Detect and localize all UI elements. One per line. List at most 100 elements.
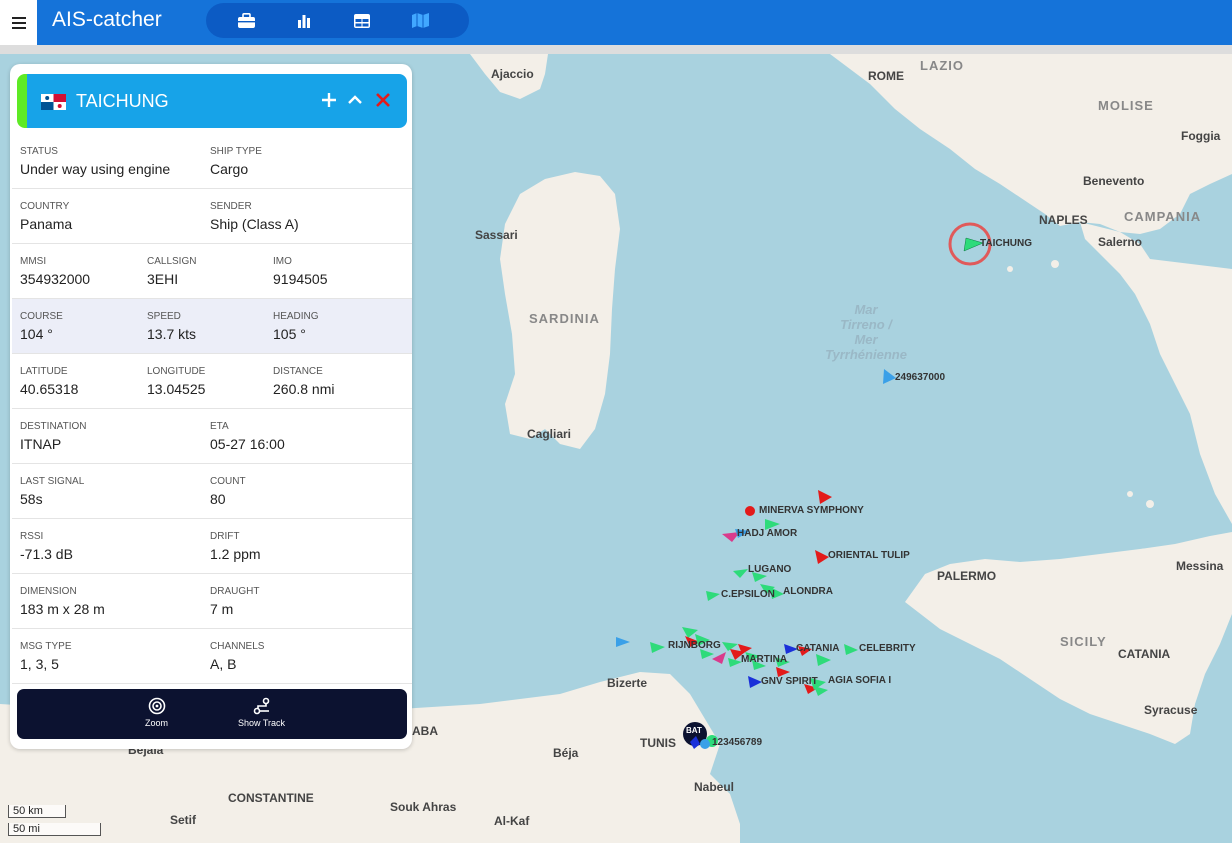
ship-label-agia-sofia[interactable]: AGIA SOFIA I — [828, 675, 891, 686]
place-ajaccio: Ajaccio — [491, 67, 534, 81]
label-eta: ETA — [210, 421, 229, 432]
zoom-label: Zoom — [145, 718, 169, 728]
ship-label-123456789[interactable]: 123456789 — [712, 737, 762, 748]
ship-actions-bar: Zoom Show Track — [17, 689, 407, 739]
label-mmsi: MMSI — [20, 256, 47, 267]
tab-list-table-icon[interactable] — [352, 11, 372, 31]
label-longitude: LONGITUDE — [147, 366, 206, 377]
row-mmsi: MMSI 354932000 CALLSIGN 3EHI IMO 9194505 — [12, 244, 412, 299]
label-channels: CHANNELS — [210, 641, 265, 652]
label-speed: SPEED — [147, 311, 181, 322]
label-heading: HEADING — [273, 311, 319, 322]
label-msg-type: MSG TYPE — [20, 641, 72, 652]
place-al-kaf: Al-Kaf — [494, 814, 530, 828]
ship-detail-panel: TAICHUNG STATUS Under way using engine SH… — [10, 64, 412, 749]
view-tabs — [206, 3, 469, 38]
value-last-signal: 58s — [20, 491, 43, 507]
value-imo: 9194505 — [273, 271, 328, 287]
field-course: COURSE 104 ° — [20, 311, 63, 342]
ship-label-martina[interactable]: MARTINA — [741, 654, 787, 665]
tab-stats-bar-chart-icon[interactable] — [294, 11, 314, 31]
value-status: Under way using engine — [20, 161, 171, 177]
row-course: COURSE 104 ° SPEED 13.7 kts HEADING 105 ° — [12, 299, 412, 354]
row-latitude: LATITUDE 40.65318 LONGITUDE 13.04525 DISTA… — [12, 354, 412, 409]
scale-km: 50 km — [8, 805, 66, 818]
label-sender: SENDER — [210, 201, 252, 212]
value-channels: A, B — [210, 656, 237, 672]
ship-label-taichung[interactable]: TAICHUNG — [980, 238, 1032, 249]
row-rssi: RSSI -71.3 dB DRIFT 1.2 ppm — [12, 519, 412, 574]
show-track-button[interactable]: Show Track — [238, 697, 285, 728]
place-lazio: LAZIO — [920, 58, 964, 73]
row-status: STATUS Under way using engine SHIP TYPE Ca… — [12, 134, 412, 189]
menu-button[interactable] — [0, 0, 37, 45]
label-latitude: LATITUDE — [20, 366, 68, 377]
value-latitude: 40.65318 — [20, 381, 79, 397]
value-course: 104 ° — [20, 326, 53, 342]
place-setif: Setif — [170, 813, 197, 827]
label-rssi: RSSI — [20, 531, 44, 542]
field-last-signal: LAST SIGNAL 58s — [20, 476, 84, 507]
field-dimension: DIMENSION 183 m x 28 m — [20, 586, 105, 617]
ship-label-gnv-spirit[interactable]: GNV SPIRIT — [761, 676, 818, 687]
field-country: COUNTRY Panama — [20, 201, 72, 232]
close-icon — [376, 93, 390, 107]
row-dimension: DIMENSION 183 m x 28 m DRAUGHT 7 m — [12, 574, 412, 629]
ship-label-hadj-amor[interactable]: HADJ AMOR — [737, 528, 797, 539]
ship-label-minerva[interactable]: MINERVA SYMPHONY — [759, 505, 864, 516]
row-country: COUNTRY Panama SENDER Ship (Class A) — [12, 189, 412, 244]
sea-line-2: Tirreno / — [840, 317, 892, 332]
place-palermo: PALERMO — [937, 569, 997, 583]
value-draught: 7 m — [210, 601, 234, 617]
separator — [0, 45, 1232, 54]
tab-map-icon[interactable] — [410, 11, 430, 31]
ship-label-alondra[interactable]: ALONDRA — [783, 586, 833, 597]
place-rome: ROME — [868, 69, 904, 83]
ship-label-249637000[interactable]: 249637000 — [895, 372, 945, 383]
place-syracuse: Syracuse — [1144, 703, 1198, 717]
tab-ships-briefcase-icon[interactable] — [236, 11, 256, 31]
value-count: 80 — [210, 491, 226, 507]
sea-name: Mar Tirreno / Mer Tyrrhénienne — [812, 302, 920, 362]
row-msg-type: MSG TYPE 1, 3, 5 CHANNELS A, B — [12, 629, 412, 684]
ship-label-c-epsilon[interactable]: C.EPSILON — [721, 589, 775, 600]
field-distance: DISTANCE 260.8 nmi — [273, 366, 334, 397]
place-messina: Messina — [1176, 559, 1224, 573]
collapse-button[interactable] — [343, 88, 367, 112]
field-destination: DESTINATION ITNAP — [20, 421, 86, 452]
pin-plus-button[interactable] — [317, 88, 341, 112]
value-distance: 260.8 nmi — [273, 381, 335, 397]
field-heading: HEADING 105 ° — [273, 311, 319, 342]
place-campania: CAMPANIA — [1124, 209, 1202, 224]
ship-label-lugano[interactable]: LUGANO — [748, 564, 791, 575]
label-distance: DISTANCE — [273, 366, 323, 377]
ship-label-catania[interactable]: CATANIA — [796, 643, 840, 654]
value-longitude: 13.04525 — [147, 381, 206, 397]
ship-cluster-label[interactable]: BAT — [686, 726, 702, 735]
scale-mi: 50 mi — [8, 823, 101, 836]
value-callsign: 3EHI — [147, 271, 179, 287]
place-cagliari: Cagliari — [527, 427, 572, 441]
ship-label-rijnborg[interactable]: RIJNBORG — [668, 640, 721, 651]
target-icon — [148, 697, 165, 715]
route-icon — [253, 697, 269, 715]
ship-label-celebrity[interactable]: CELEBRITY — [859, 643, 916, 654]
label-destination: DESTINATION — [20, 421, 87, 432]
close-button[interactable] — [371, 88, 395, 112]
place-sicily: SICILY — [1060, 634, 1107, 649]
label-callsign: CALLSIGN — [147, 256, 197, 267]
ship-label-oriental-tulip[interactable]: ORIENTAL TULIP — [828, 550, 910, 561]
field-draught: DRAUGHT 7 m — [210, 586, 259, 617]
field-speed: SPEED 13.7 kts — [147, 311, 196, 342]
sea-line-4: Tyrrhénienne — [825, 347, 907, 362]
label-last-signal: LAST SIGNAL — [20, 476, 85, 487]
field-drift: DRIFT 1.2 ppm — [210, 531, 261, 562]
field-mmsi: MMSI 354932000 — [20, 256, 90, 287]
field-latitude: LATITUDE 40.65318 — [20, 366, 78, 397]
value-speed: 13.7 kts — [147, 326, 197, 342]
value-drift: 1.2 ppm — [210, 546, 261, 562]
show-track-label: Show Track — [238, 718, 286, 728]
zoom-button[interactable]: Zoom — [145, 697, 168, 728]
label-count: COUNT — [210, 476, 246, 487]
panama-flag-icon — [41, 94, 66, 110]
